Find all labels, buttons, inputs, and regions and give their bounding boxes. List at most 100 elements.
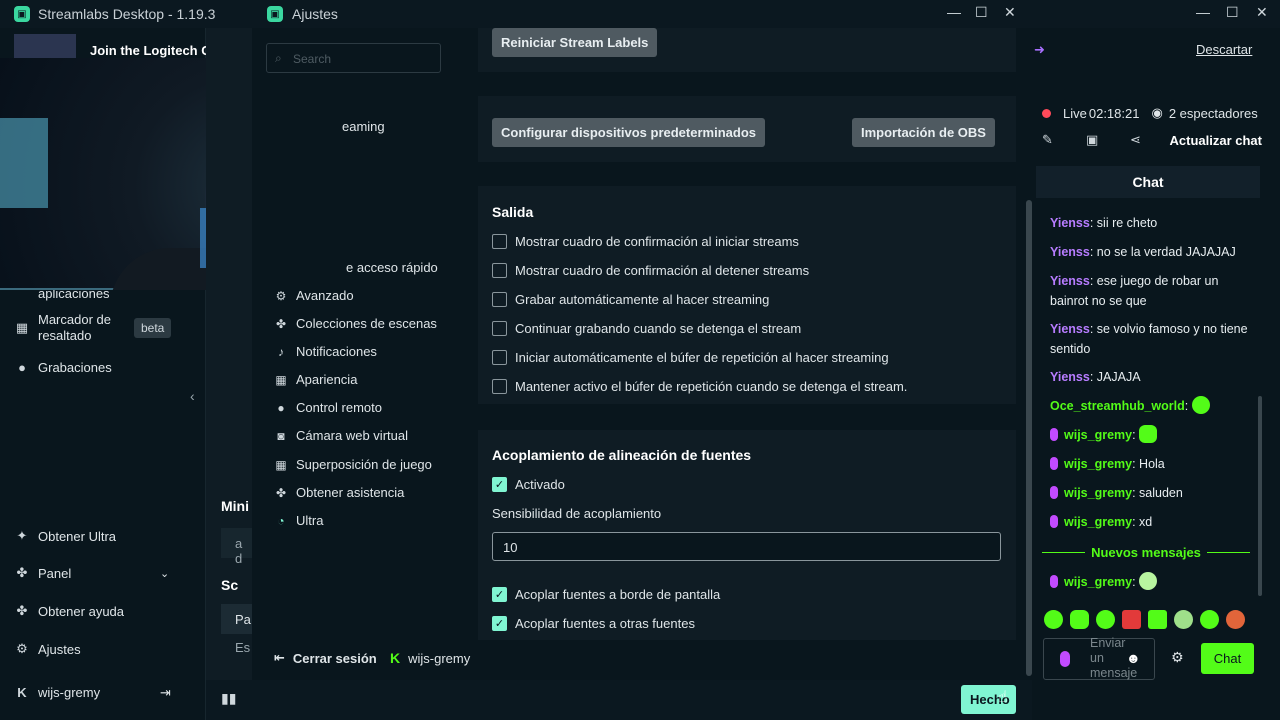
minimize-icon[interactable]: — bbox=[947, 4, 961, 20]
emote-icon[interactable] bbox=[1226, 610, 1245, 629]
output-option[interactable]: Continuar grabando cuando se detenga el … bbox=[492, 321, 801, 336]
chat-message: Yienss: sii re cheto bbox=[1050, 216, 1158, 230]
settings-nav-game-overlay[interactable]: ▦ Superposición de juego bbox=[274, 457, 432, 472]
help-icon: ✤ bbox=[16, 603, 28, 618]
settings-user: K wijs-gremy bbox=[390, 650, 471, 666]
sidebar-item-panel[interactable]: ✤ Panel ⌄ bbox=[14, 565, 194, 581]
checkbox-checked[interactable]: ✓ bbox=[492, 587, 507, 602]
settings-nav-hotkeys[interactable]: e acceso rápido bbox=[346, 260, 438, 275]
chat-scrollbar[interactable] bbox=[1258, 396, 1262, 596]
stats-icon[interactable]: ▮▮ bbox=[221, 690, 236, 707]
chat-message: Yienss: se volvio famoso y no tiene sent… bbox=[1050, 322, 1248, 356]
settings-nav-support[interactable]: ✤ Obtener asistencia bbox=[274, 485, 404, 500]
mic-badge-icon bbox=[1050, 486, 1058, 499]
chat-message: wijs_gremy: saluden bbox=[1050, 483, 1250, 503]
chat-send-button[interactable]: Chat bbox=[1201, 643, 1254, 674]
refresh-chat-button[interactable]: Actualizar chat bbox=[1170, 133, 1262, 148]
sidebar-item-ultra[interactable]: ✦ Obtener Ultra bbox=[14, 528, 117, 544]
edit-icon[interactable]: ✎ bbox=[1042, 132, 1053, 148]
sidebar-item-recordings[interactable]: ● Grabaciones bbox=[14, 360, 112, 375]
checkbox[interactable] bbox=[492, 263, 507, 278]
chat-toolbar: ✎ ▣ ⋖ Actualizar chat bbox=[1040, 132, 1270, 152]
configure-devices-button[interactable]: Configurar dispositivos predeterminados bbox=[492, 118, 765, 147]
sidebar-item-help[interactable]: ✤ Obtener ayuda bbox=[14, 603, 124, 619]
checkbox[interactable] bbox=[492, 292, 507, 307]
settings-search-input[interactable]: Search bbox=[266, 43, 441, 73]
sensitivity-label: Sensibilidad de acoplamiento bbox=[492, 506, 662, 521]
emoji-icon[interactable]: ☻ bbox=[1126, 650, 1141, 666]
settings-nav-notifications[interactable]: ♪ Notificaciones bbox=[274, 344, 377, 359]
emote-icon[interactable] bbox=[1070, 610, 1089, 629]
output-option[interactable]: Mostrar cuadro de confirmación al detene… bbox=[492, 263, 809, 278]
settings-nav-remote[interactable]: ● Control remoto bbox=[274, 400, 382, 415]
output-option[interactable]: Mantener activo el búfer de repetición c… bbox=[492, 379, 907, 394]
mic-badge-icon bbox=[1050, 457, 1058, 470]
emote-icon[interactable] bbox=[1044, 610, 1063, 629]
minimize-icon[interactable]: — bbox=[1196, 4, 1210, 20]
output-option[interactable]: Iniciar automáticamente el búfer de repe… bbox=[492, 350, 889, 365]
share-icon[interactable]: ⋖ bbox=[1130, 132, 1141, 148]
settings-nav-advanced[interactable]: ⚙ Avanzado bbox=[274, 288, 354, 303]
checkbox[interactable] bbox=[492, 379, 507, 394]
camera-icon[interactable]: ▣ bbox=[1086, 132, 1098, 148]
restart-stream-labels-button[interactable]: Reiniciar Stream Labels bbox=[492, 28, 658, 57]
output-option[interactable]: Grabar automáticamente al hacer streamin… bbox=[492, 292, 769, 307]
mic-badge-icon bbox=[1050, 428, 1058, 441]
emote-icon bbox=[1139, 425, 1158, 443]
chevron-down-icon: ⌄ bbox=[160, 567, 170, 580]
settings-nav-appearance[interactable]: ▦ Apariencia bbox=[274, 372, 357, 387]
collapse-sidebar-icon[interactable]: ‹ bbox=[190, 388, 195, 404]
checkbox[interactable] bbox=[492, 321, 507, 336]
output-option[interactable]: Mostrar cuadro de confirmación al inicia… bbox=[492, 234, 799, 249]
close-icon[interactable]: ✕ bbox=[1256, 4, 1268, 21]
recordings-icon: ● bbox=[18, 360, 26, 375]
discard-link[interactable]: Descartar bbox=[1196, 42, 1252, 57]
bottom-bar bbox=[206, 680, 1032, 720]
chat-message: Yienss: JAJAJA bbox=[1050, 370, 1141, 384]
settings-nav-scene-collections[interactable]: ✤ Colecciones de escenas bbox=[274, 316, 437, 331]
sidebar-item-settings[interactable]: ⚙ Ajustes bbox=[14, 641, 80, 657]
snapping-option[interactable]: ✓ Acoplar fuentes a borde de pantalla bbox=[492, 587, 720, 602]
maximize-icon[interactable]: ☐ bbox=[1226, 4, 1239, 21]
panel-icon: ✤ bbox=[16, 565, 28, 580]
sidebar-item-highlighter[interactable]: ▦ Marcador de resaltado bbox=[14, 312, 128, 344]
mic-icon[interactable] bbox=[1060, 651, 1070, 667]
done-button[interactable]: Hecho bbox=[961, 685, 1016, 714]
settings-nav-virtual-webcam[interactable]: ◙ Cámara web virtual bbox=[274, 428, 408, 443]
scene-item[interactable]: Es bbox=[221, 640, 250, 655]
settings-title: Ajustes bbox=[292, 6, 338, 22]
mic-badge-icon bbox=[1050, 515, 1058, 528]
emote-icon[interactable] bbox=[1200, 610, 1219, 629]
ultra-icon: ✦ bbox=[16, 528, 28, 543]
snapping-section-title: Acoplamiento de alineación de fuentes bbox=[492, 447, 752, 463]
close-icon[interactable]: ✕ bbox=[1004, 4, 1016, 21]
collections-icon: ✤ bbox=[275, 316, 287, 331]
gear-icon[interactable]: ⚙ bbox=[1171, 649, 1184, 666]
sidebar-user[interactable]: K wijs-gremy ⇥ bbox=[14, 685, 194, 701]
kick-logo-icon: K bbox=[17, 685, 27, 700]
obs-import-button[interactable]: Importación de OBS bbox=[852, 118, 995, 147]
checkbox-checked[interactable]: ✓ bbox=[492, 477, 507, 492]
settings-nav-ultra[interactable]: ◔ Ultra bbox=[274, 513, 323, 528]
cursor-icon: ☝ bbox=[998, 689, 1008, 706]
sensitivity-input[interactable]: 10 bbox=[492, 532, 1001, 561]
snapping-option[interactable]: ✓ Acoplar fuentes a otras fuentes bbox=[492, 616, 695, 631]
settings-nav-streaming[interactable]: eaming bbox=[342, 119, 385, 134]
remote-icon: ● bbox=[277, 400, 285, 415]
emote-icon[interactable] bbox=[1122, 610, 1141, 629]
logout-button[interactable]: ⇤ Cerrar sesión bbox=[274, 650, 377, 666]
output-section-title: Salida bbox=[492, 204, 534, 220]
emote-picker-row bbox=[1044, 610, 1245, 629]
emote-icon bbox=[1139, 572, 1158, 590]
chat-message: Yienss: no se la verdad JAJAJAJ bbox=[1050, 245, 1236, 259]
checkbox[interactable] bbox=[492, 234, 507, 249]
emote-icon[interactable] bbox=[1174, 610, 1193, 629]
checkbox[interactable] bbox=[492, 350, 507, 365]
emote-icon[interactable] bbox=[1096, 610, 1115, 629]
emote-icon[interactable] bbox=[1148, 610, 1167, 629]
snapping-enabled-option[interactable]: ✓ Activado bbox=[492, 477, 565, 492]
chat-header: Chat bbox=[1036, 166, 1260, 198]
checkbox-checked[interactable]: ✓ bbox=[492, 616, 507, 631]
logout-icon[interactable]: ⇥ bbox=[160, 685, 171, 701]
maximize-icon[interactable]: ☐ bbox=[975, 4, 988, 21]
